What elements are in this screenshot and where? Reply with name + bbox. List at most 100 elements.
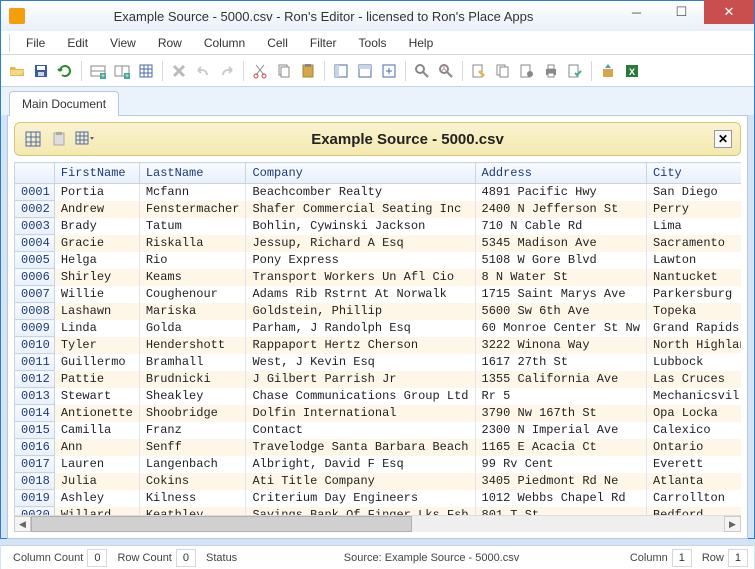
redo-icon[interactable] bbox=[217, 61, 237, 81]
cell-lastname[interactable]: Kilness bbox=[139, 490, 246, 507]
search-icon[interactable] bbox=[412, 61, 432, 81]
cell-city[interactable]: Mechanicsville bbox=[646, 388, 741, 405]
cell-city[interactable]: North Highland bbox=[646, 337, 741, 354]
table-row[interactable]: 0002AndrewFenstermacherShafer Commercial… bbox=[15, 201, 742, 218]
minimize-button[interactable]: ─ bbox=[614, 0, 659, 24]
cell-lastname[interactable]: Senff bbox=[139, 439, 246, 456]
table-row[interactable]: 0010TylerHendershottRappaport Hertz Cher… bbox=[15, 337, 742, 354]
menu-column[interactable]: Column bbox=[194, 33, 255, 53]
cell-address[interactable]: 3222 Winona Way bbox=[475, 337, 646, 354]
cell-firstname[interactable]: Willard bbox=[54, 507, 139, 516]
cell-address[interactable]: 1355 California Ave bbox=[475, 371, 646, 388]
cell-city[interactable]: Opa Locka bbox=[646, 405, 741, 422]
cell-address[interactable]: 5108 W Gore Blvd bbox=[475, 252, 646, 269]
cell-company[interactable]: Ati Title Company bbox=[246, 473, 475, 490]
refresh-icon[interactable] bbox=[55, 61, 75, 81]
menu-view[interactable]: View bbox=[100, 33, 146, 53]
cell-company[interactable]: Albright, David F Esq bbox=[246, 456, 475, 473]
cell-firstname[interactable]: Andrew bbox=[54, 201, 139, 218]
cell-lastname[interactable]: Riskalla bbox=[139, 235, 246, 252]
cell-firstname[interactable]: Antionette bbox=[54, 405, 139, 422]
cell-lastname[interactable]: Cokins bbox=[139, 473, 246, 490]
row-number[interactable]: 0008 bbox=[15, 303, 55, 320]
cell-firstname[interactable]: Guillermo bbox=[54, 354, 139, 371]
menu-filter[interactable]: Filter bbox=[300, 33, 347, 53]
row-number[interactable]: 0020 bbox=[15, 507, 55, 516]
cell-company[interactable]: Parham, J Randolph Esq bbox=[246, 320, 475, 337]
fit-icon[interactable] bbox=[379, 61, 399, 81]
cell-address[interactable]: 801 T St bbox=[475, 507, 646, 516]
cell-firstname[interactable]: Ashley bbox=[54, 490, 139, 507]
table-row[interactable]: 0016AnnSenffTravelodge Santa Barbara Bea… bbox=[15, 439, 742, 456]
row-number[interactable]: 0003 bbox=[15, 218, 55, 235]
row-number[interactable]: 0006 bbox=[15, 269, 55, 286]
cell-firstname[interactable]: Helga bbox=[54, 252, 139, 269]
table-row[interactable]: 0017LaurenLangenbachAlbright, David F Es… bbox=[15, 456, 742, 473]
cell-city[interactable]: Perry bbox=[646, 201, 741, 218]
row-number[interactable]: 0007 bbox=[15, 286, 55, 303]
edit-doc-icon[interactable] bbox=[469, 61, 489, 81]
row-number[interactable]: 0018 bbox=[15, 473, 55, 490]
menu-row[interactable]: Row bbox=[148, 33, 192, 53]
menu-file[interactable]: File bbox=[16, 33, 55, 53]
table-row[interactable]: 0005HelgaRioPony Express5108 W Gore Blvd… bbox=[15, 252, 742, 269]
table-row[interactable]: 0011GuillermoBramhallWest, J Kevin Esq16… bbox=[15, 354, 742, 371]
doc-check-icon[interactable] bbox=[565, 61, 585, 81]
cell-firstname[interactable]: Portia bbox=[54, 184, 139, 201]
document-close-button[interactable]: ✕ bbox=[714, 130, 732, 148]
row-header-corner[interactable] bbox=[15, 163, 55, 184]
header-table-dropdown-icon[interactable] bbox=[75, 129, 95, 149]
cell-firstname[interactable]: Lauren bbox=[54, 456, 139, 473]
grid-icon[interactable] bbox=[136, 61, 156, 81]
cell-lastname[interactable]: Bramhall bbox=[139, 354, 246, 371]
cell-firstname[interactable]: Camilla bbox=[54, 422, 139, 439]
header-clipboard-icon[interactable] bbox=[49, 129, 69, 149]
delete-icon[interactable] bbox=[169, 61, 189, 81]
excel-icon[interactable]: X bbox=[622, 61, 642, 81]
doc-gear-icon[interactable] bbox=[517, 61, 537, 81]
cell-address[interactable]: 3405 Piedmont Rd Ne bbox=[475, 473, 646, 490]
cell-city[interactable]: Lima bbox=[646, 218, 741, 235]
table-row[interactable]: 0009LindaGoldaParham, J Randolph Esq60 M… bbox=[15, 320, 742, 337]
menu-help[interactable]: Help bbox=[399, 33, 444, 53]
row-number[interactable]: 0012 bbox=[15, 371, 55, 388]
cell-address[interactable]: 2400 N Jefferson St bbox=[475, 201, 646, 218]
table-row[interactable]: 0018JuliaCokinsAti Title Company3405 Pie… bbox=[15, 473, 742, 490]
cell-city[interactable]: San Diego bbox=[646, 184, 741, 201]
table-row[interactable]: 0006ShirleyKeamsTransport Workers Un Afl… bbox=[15, 269, 742, 286]
cell-company[interactable]: Criterium Day Engineers bbox=[246, 490, 475, 507]
cell-lastname[interactable]: Langenbach bbox=[139, 456, 246, 473]
cell-address[interactable]: 3790 Nw 167th St bbox=[475, 405, 646, 422]
cell-company[interactable]: Chase Communications Group Ltd bbox=[246, 388, 475, 405]
cell-firstname[interactable]: Lashawn bbox=[54, 303, 139, 320]
row-number[interactable]: 0019 bbox=[15, 490, 55, 507]
cell-company[interactable]: Bohlin, Cywinski Jackson bbox=[246, 218, 475, 235]
row-number[interactable]: 0004 bbox=[15, 235, 55, 252]
cell-firstname[interactable]: Julia bbox=[54, 473, 139, 490]
cell-lastname[interactable]: Franz bbox=[139, 422, 246, 439]
header-grid-icon[interactable] bbox=[23, 129, 43, 149]
cell-company[interactable]: Pony Express bbox=[246, 252, 475, 269]
table-row[interactable]: 0001PortiaMcfannBeachcomber Realty4891 P… bbox=[15, 184, 742, 201]
cell-company[interactable]: Transport Workers Un Afl Cio bbox=[246, 269, 475, 286]
cell-firstname[interactable]: Willie bbox=[54, 286, 139, 303]
cell-lastname[interactable]: Hendershott bbox=[139, 337, 246, 354]
table-row[interactable]: 0015CamillaFranzContact2300 N Imperial A… bbox=[15, 422, 742, 439]
scroll-right-button[interactable]: ▶ bbox=[724, 516, 741, 532]
cell-lastname[interactable]: Keams bbox=[139, 269, 246, 286]
cell-lastname[interactable]: Mcfann bbox=[139, 184, 246, 201]
cell-address[interactable]: 8 N Water St bbox=[475, 269, 646, 286]
save-icon[interactable] bbox=[31, 61, 51, 81]
close-button[interactable]: ✕ bbox=[704, 0, 754, 24]
table-row[interactable]: 0020WillardKeathleySavings Bank Of Finge… bbox=[15, 507, 742, 516]
row-number[interactable]: 0001 bbox=[15, 184, 55, 201]
cell-lastname[interactable]: Fenstermacher bbox=[139, 201, 246, 218]
cell-address[interactable]: 5600 Sw 6th Ave bbox=[475, 303, 646, 320]
row-number[interactable]: 0013 bbox=[15, 388, 55, 405]
cell-firstname[interactable]: Pattie bbox=[54, 371, 139, 388]
cell-city[interactable]: Ontario bbox=[646, 439, 741, 456]
cell-address[interactable]: 2300 N Imperial Ave bbox=[475, 422, 646, 439]
row-number[interactable]: 0005 bbox=[15, 252, 55, 269]
cell-city[interactable]: Lawton bbox=[646, 252, 741, 269]
cell-address[interactable]: 4891 Pacific Hwy bbox=[475, 184, 646, 201]
